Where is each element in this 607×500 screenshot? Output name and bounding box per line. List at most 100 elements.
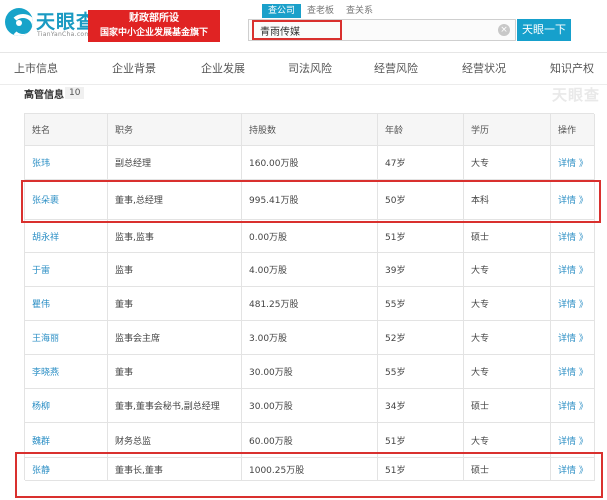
position-cell: 财务总监 (108, 423, 242, 458)
education-cell: 大专 (464, 253, 551, 287)
details-link[interactable]: 详情 》 (551, 355, 595, 389)
education-cell: 大专 (464, 146, 551, 180)
education-cell: 本科 (464, 180, 551, 220)
shares-cell: 30.00万股 (242, 355, 378, 389)
column-header-education: 学历 (464, 114, 551, 146)
nav-item-listing[interactable]: 上市信息 (14, 53, 58, 85)
table-row: 张玮 副总经理 160.00万股 47岁 大专 详情 》 (25, 146, 595, 180)
shares-cell: 995.41万股 (242, 180, 378, 220)
position-cell: 监事 (108, 253, 242, 287)
logo-domain: TianYanCha.com (37, 31, 91, 38)
executive-name-link[interactable]: 杨柳 (25, 389, 108, 423)
executive-name-link[interactable]: 胡永祥 (25, 220, 108, 253)
tab-search-company[interactable]: 查公司 (262, 4, 302, 18)
age-cell: 51岁 (378, 220, 464, 253)
executive-name-link[interactable]: 张静 (25, 458, 108, 481)
position-cell: 董事 (108, 287, 242, 321)
search-button[interactable]: 天眼一下 (517, 19, 571, 41)
table-row: 张朵裹 董事,总经理 995.41万股 50岁 本科 详情 》 (25, 180, 595, 220)
nav-item-background[interactable]: 企业背景 (112, 53, 156, 85)
age-cell: 39岁 (378, 253, 464, 287)
executive-name-link[interactable]: 李晓燕 (25, 355, 108, 389)
nav-item-legal-risk[interactable]: 司法风险 (288, 53, 332, 85)
banner-line-2: 国家中小企业发展基金旗下 (99, 28, 208, 38)
table-row: 魏群 财务总监 60.00万股 51岁 大专 详情 》 (25, 423, 595, 458)
search-box: × (248, 19, 516, 41)
education-cell: 大专 (464, 287, 551, 321)
executive-name-link[interactable]: 张玮 (25, 146, 108, 180)
executive-name-link[interactable]: 于雷 (25, 253, 108, 287)
executive-name-link[interactable]: 魏群 (25, 423, 108, 458)
nav-item-ip[interactable]: 知识产权 (550, 53, 594, 85)
executive-name-link[interactable]: 王海丽 (25, 321, 108, 355)
details-link[interactable]: 详情 》 (551, 287, 595, 321)
column-header-shares: 持股数 (242, 114, 378, 146)
search-input[interactable] (252, 20, 342, 40)
tab-search-boss[interactable]: 查老板 (301, 4, 340, 18)
tab-search-relation[interactable]: 查关系 (340, 4, 379, 18)
watermark-logo: 天眼查 (552, 86, 601, 104)
table-row: 张静 董事长,董事 1000.25万股 51岁 硕士 详情 》 (25, 458, 595, 481)
shares-cell: 0.00万股 (242, 220, 378, 253)
table-row: 李晓燕 董事 30.00万股 55岁 大专 详情 》 (25, 355, 595, 389)
logo-name[interactable]: 天眼查 (36, 7, 96, 34)
header: 天眼查 TianYanCha.com 财政部所设 国家中小企业发展基金旗下 查公… (0, 0, 607, 52)
position-cell: 董事,总经理 (108, 180, 242, 220)
education-cell: 大专 (464, 321, 551, 355)
education-cell: 硕士 (464, 458, 551, 481)
nav-item-operation-risk[interactable]: 经营风险 (374, 53, 418, 85)
section-count-badge: 10 (65, 87, 85, 99)
details-link[interactable]: 详情 》 (551, 253, 595, 287)
shares-cell: 1000.25万股 (242, 458, 378, 481)
details-link[interactable]: 详情 》 (551, 180, 595, 220)
age-cell: 55岁 (378, 287, 464, 321)
education-cell: 大专 (464, 355, 551, 389)
executives-table: 姓名 职务 持股数 年龄 学历 操作 张玮 副总经理 160.00万股 47岁 … (24, 113, 595, 481)
position-cell: 董事长,董事 (108, 458, 242, 481)
column-header-age: 年龄 (378, 114, 464, 146)
position-cell: 监事会主席 (108, 321, 242, 355)
position-cell: 董事 (108, 355, 242, 389)
details-link[interactable]: 详情 》 (551, 423, 595, 458)
table-header-row: 姓名 职务 持股数 年龄 学历 操作 (25, 114, 595, 146)
table-row: 于雷 监事 4.00万股 39岁 大专 详情 》 (25, 253, 595, 287)
shares-cell: 481.25万股 (242, 287, 378, 321)
promo-banner[interactable]: 财政部所设 国家中小企业发展基金旗下 (88, 10, 220, 42)
age-cell: 51岁 (378, 423, 464, 458)
position-cell: 董事,董事会秘书,副总经理 (108, 389, 242, 423)
table-row: 胡永祥 监事,监事 0.00万股 51岁 硕士 详情 》 (25, 220, 595, 253)
search-tabs: 查公司 查老板 查关系 (262, 4, 379, 18)
age-cell: 51岁 (378, 458, 464, 481)
education-cell: 硕士 (464, 389, 551, 423)
table-row: 瞿伟 董事 481.25万股 55岁 大专 详情 》 (25, 287, 595, 321)
nav-item-development[interactable]: 企业发展 (201, 53, 245, 85)
executive-name-link[interactable]: 张朵裹 (25, 180, 108, 220)
education-cell: 硕士 (464, 220, 551, 253)
details-link[interactable]: 详情 》 (551, 321, 595, 355)
logo-icon[interactable] (5, 8, 33, 36)
column-header-action: 操作 (551, 114, 595, 146)
education-cell: 大专 (464, 423, 551, 458)
details-link[interactable]: 详情 》 (551, 146, 595, 180)
age-cell: 47岁 (378, 146, 464, 180)
column-header-name: 姓名 (25, 114, 108, 146)
nav-item-operation-status[interactable]: 经营状况 (462, 53, 506, 85)
executive-name-link[interactable]: 瞿伟 (25, 287, 108, 321)
details-link[interactable]: 详情 》 (551, 458, 595, 481)
details-link[interactable]: 详情 》 (551, 389, 595, 423)
shares-cell: 60.00万股 (242, 423, 378, 458)
shares-cell: 4.00万股 (242, 253, 378, 287)
shares-cell: 30.00万股 (242, 389, 378, 423)
category-nav: 上市信息 企业背景 企业发展 司法风险 经营风险 经营状况 知识产权 (0, 52, 607, 85)
age-cell: 50岁 (378, 180, 464, 220)
table-row: 杨柳 董事,董事会秘书,副总经理 30.00万股 34岁 硕士 详情 》 (25, 389, 595, 423)
age-cell: 55岁 (378, 355, 464, 389)
age-cell: 52岁 (378, 321, 464, 355)
details-link[interactable]: 详情 》 (551, 220, 595, 253)
position-cell: 监事,监事 (108, 220, 242, 253)
age-cell: 34岁 (378, 389, 464, 423)
shares-cell: 3.00万股 (242, 321, 378, 355)
position-cell: 副总经理 (108, 146, 242, 180)
table-row: 王海丽 监事会主席 3.00万股 52岁 大专 详情 》 (25, 321, 595, 355)
clear-icon[interactable]: × (498, 24, 510, 36)
